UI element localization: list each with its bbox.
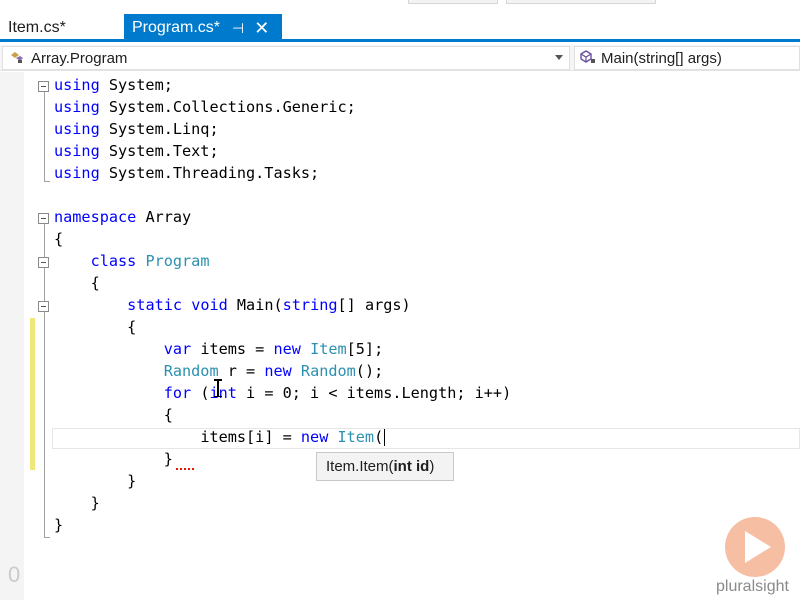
code-line[interactable]: } bbox=[54, 514, 63, 536]
ibeam-cursor-icon bbox=[214, 379, 222, 397]
code-line[interactable]: } bbox=[54, 448, 173, 470]
editor-margin bbox=[0, 72, 24, 600]
tab-label: Item.cs* bbox=[8, 19, 66, 36]
type-dropdown-value: Array.Program bbox=[31, 49, 128, 67]
code-line[interactable]: class Program bbox=[54, 250, 210, 272]
brand-watermark: pluralsight bbox=[716, 578, 789, 595]
code-line[interactable]: var items = new Item[5]; bbox=[54, 338, 383, 360]
code-line[interactable]: { bbox=[54, 228, 63, 250]
code-line[interactable]: using System.Collections.Generic; bbox=[54, 96, 356, 118]
code-line-current[interactable]: items[i] = new Item( bbox=[54, 426, 386, 448]
type-dropdown[interactable]: Array.Program bbox=[2, 46, 570, 70]
collapse-class-toggle[interactable] bbox=[38, 257, 49, 268]
outline-guide bbox=[44, 222, 45, 538]
document-tab-bar: Item.cs* Program.cs* ⊣ ✕ bbox=[0, 14, 800, 42]
tab-label: Program.cs* bbox=[132, 19, 221, 36]
collapse-namespace-toggle[interactable] bbox=[38, 213, 49, 224]
code-line[interactable]: { bbox=[54, 272, 100, 294]
outline-guide bbox=[44, 181, 50, 182]
code-line[interactable]: using System.Linq; bbox=[54, 118, 219, 140]
code-line[interactable]: { bbox=[54, 316, 136, 338]
play-logo-icon bbox=[725, 517, 785, 577]
outline-guide bbox=[44, 90, 45, 182]
code-line[interactable]: namespace Array bbox=[54, 206, 191, 228]
code-line[interactable]: for (int i = 0; i < items.Length; i++) bbox=[54, 382, 511, 404]
code-editor[interactable]: using System; using System.Collections.G… bbox=[0, 72, 800, 600]
change-tracking-bar bbox=[30, 318, 35, 470]
code-line[interactable]: using System.Text; bbox=[54, 140, 219, 162]
code-line[interactable]: using System.Threading.Tasks; bbox=[54, 162, 319, 184]
member-dropdown-value: Main(string[] args) bbox=[601, 49, 722, 67]
outline-guide bbox=[44, 537, 50, 538]
code-line[interactable]: { bbox=[54, 404, 173, 426]
code-line[interactable]: static void Main(string[] args) bbox=[54, 294, 411, 316]
toolbar-remnant bbox=[408, 0, 498, 4]
navigation-bar: Array.Program Main(string[] args) bbox=[0, 45, 800, 71]
corner-digit: 0 bbox=[8, 562, 21, 587]
code-line[interactable]: } bbox=[54, 470, 136, 492]
close-icon[interactable]: ✕ bbox=[254, 18, 269, 39]
title-strip bbox=[0, 0, 800, 14]
chevron-down-icon[interactable] bbox=[555, 55, 563, 60]
text-caret bbox=[384, 429, 386, 446]
code-line[interactable]: } bbox=[54, 492, 100, 514]
tab-item-cs[interactable]: Item.cs* bbox=[0, 14, 124, 42]
tooltip-signature-end: ) bbox=[429, 458, 435, 475]
pin-icon[interactable]: ⊣ bbox=[232, 20, 244, 37]
collapse-using-toggle[interactable] bbox=[38, 81, 49, 92]
code-line[interactable]: using System; bbox=[54, 74, 173, 96]
tooltip-current-parameter: int id bbox=[393, 458, 430, 475]
collapse-method-toggle[interactable] bbox=[38, 301, 49, 312]
class-icon bbox=[9, 50, 31, 67]
error-squiggle bbox=[176, 467, 194, 470]
member-dropdown[interactable]: Main(string[] args) bbox=[574, 46, 800, 70]
tooltip-signature: Item.Item( bbox=[326, 458, 394, 475]
parameter-info-tooltip: Item.Item(int id) bbox=[316, 452, 454, 481]
method-icon bbox=[579, 49, 601, 67]
tab-program-cs[interactable]: Program.cs* ⊣ ✕ bbox=[124, 14, 282, 42]
toolbar-remnant bbox=[506, 0, 656, 4]
